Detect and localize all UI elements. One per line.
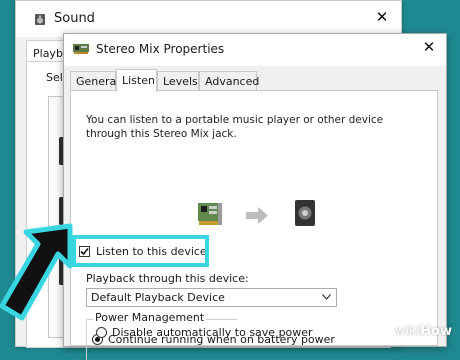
watermark-prefix: wiki	[394, 324, 421, 339]
chevron-down-icon	[322, 294, 331, 300]
listen-panel: You can listen to a portable music playe…	[70, 90, 438, 360]
radio-label: Disable automatically to save power	[112, 326, 313, 339]
speaker-icon	[295, 200, 315, 226]
props-title: Stereo Mix Properties	[96, 42, 225, 56]
playback-device-dropdown[interactable]: Default Playback Device	[86, 288, 337, 307]
sound-titlebar: Sound ✕	[16, 1, 401, 37]
sound-title: Sound	[54, 11, 95, 26]
tab-levels[interactable]: Levels	[157, 71, 199, 91]
props-titlebar: Stereo Mix Properties ✕	[64, 34, 446, 66]
listen-description: You can listen to a portable music playe…	[86, 114, 384, 140]
arrow-right-icon	[246, 207, 268, 224]
device-illustration	[198, 200, 315, 226]
wikihow-watermark: wikiHow	[395, 324, 452, 339]
tab-listen[interactable]: Listen	[116, 69, 157, 92]
tab-advanced[interactable]: Advanced	[199, 71, 259, 91]
radio-button[interactable]	[96, 327, 107, 338]
playback-device-value: Default Playback Device	[91, 291, 225, 304]
stereo-mix-properties-window: Stereo Mix Properties ✕ General Listen L…	[63, 33, 447, 360]
sound-card-icon	[198, 203, 222, 225]
sound-close-button[interactable]: ✕	[371, 8, 393, 26]
sound-card-icon	[73, 44, 89, 54]
playback-label: Playback through this device:	[86, 272, 249, 285]
highlight-box	[72, 235, 209, 267]
watermark-suffix: How	[420, 324, 452, 339]
power-management-legend: Power Management	[93, 311, 207, 324]
speaker-icon	[35, 14, 45, 25]
pointer-arrow-icon	[0, 223, 73, 321]
tab-general[interactable]: General	[70, 71, 119, 91]
radio-disable-automatically[interactable]: Disable automatically to save power	[96, 326, 313, 339]
props-close-button[interactable]: ✕	[418, 38, 440, 56]
